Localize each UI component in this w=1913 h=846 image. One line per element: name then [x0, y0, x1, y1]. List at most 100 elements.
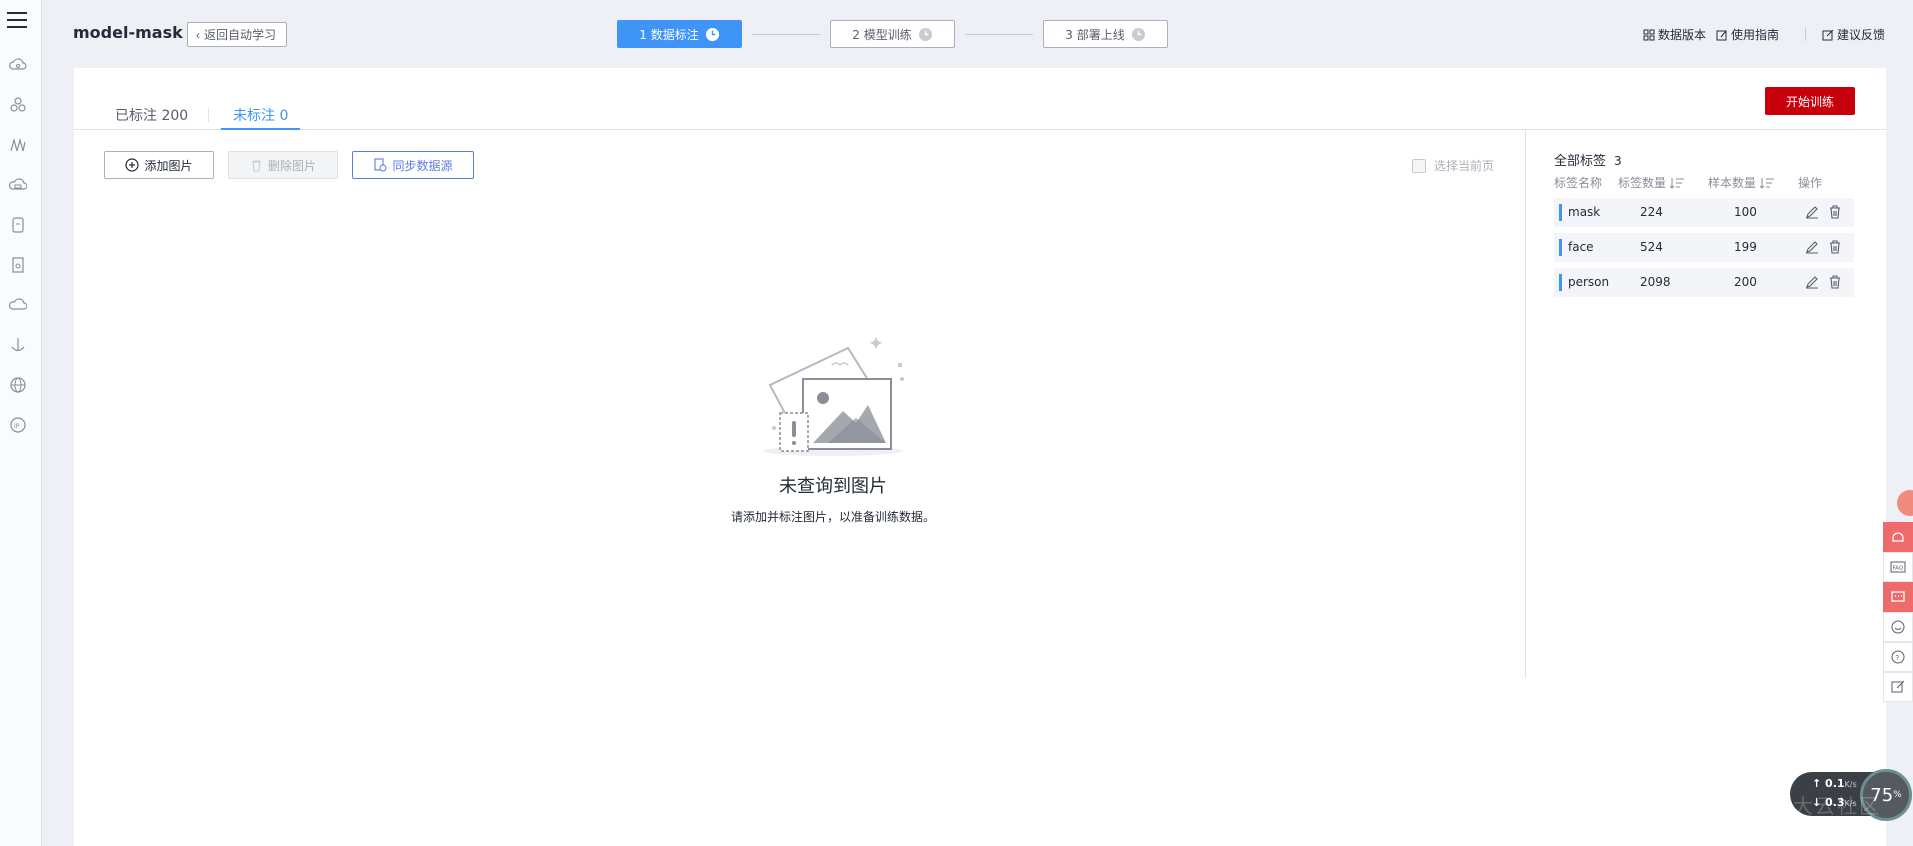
trash-icon[interactable]: [1827, 274, 1843, 290]
cloud-storage-icon[interactable]: [8, 176, 28, 194]
svg-text:?: ?: [1896, 654, 1900, 662]
edit-doc-icon: [1716, 30, 1727, 40]
upload-speed: ↑ 0.1K/s: [1812, 777, 1857, 790]
label-name: person: [1568, 275, 1610, 289]
start-training-button[interactable]: 开始训练: [1765, 87, 1855, 115]
sample-count: 199: [1734, 240, 1757, 254]
label-row[interactable]: face 524 199: [1554, 233, 1854, 262]
empty-state: 未查询到图片 请添加并标注图片，以准备训练数据。: [668, 323, 998, 525]
smile-icon[interactable]: [1883, 612, 1913, 642]
tab-unlabeled[interactable]: 未标注 0: [221, 105, 301, 130]
floating-toolbar: FAQ ?: [1883, 522, 1913, 702]
back-button-label: 返回自动学习: [204, 28, 277, 42]
add-image-label: 添加图片: [144, 158, 193, 173]
customer-service-icon[interactable]: [1883, 522, 1913, 552]
label-count: 524: [1640, 240, 1663, 254]
globe-icon[interactable]: [9, 376, 27, 394]
data-version-link[interactable]: 数据版本: [1643, 26, 1706, 43]
trash-icon[interactable]: [1827, 204, 1843, 220]
plus-circle-icon: [125, 158, 140, 172]
sync-source-button[interactable]: 同步数据源: [352, 151, 474, 179]
step-model-training[interactable]: 2 模型训练: [830, 20, 955, 48]
model-arts-icon[interactable]: [9, 136, 27, 154]
step-label: 2 模型训练: [852, 27, 912, 42]
edit-icon[interactable]: [1804, 204, 1820, 220]
left-nav-rail: IP: [0, 0, 42, 846]
sync-source-label: 同步数据源: [392, 158, 453, 173]
feedback-label: 建议反馈: [1836, 28, 1885, 42]
labels-header: 全部标签 3: [1554, 150, 1854, 169]
svg-text:IP: IP: [14, 423, 20, 430]
step-label: 1 数据标注: [639, 27, 699, 42]
edit-icon[interactable]: [1804, 239, 1820, 255]
anchor-icon[interactable]: [9, 336, 27, 354]
labels-panel: 全部标签 3 标签名称 标签数量 样本数量 操作 mask 224 100 fac…: [1554, 150, 1854, 297]
label-color-bar: [1559, 274, 1562, 291]
col-sample-count-text: 样本数量: [1708, 176, 1757, 190]
guide-link[interactable]: 使用指南: [1716, 26, 1779, 43]
menu-icon[interactable]: [7, 12, 27, 30]
col-sample-count[interactable]: 样本数量: [1708, 174, 1775, 191]
delete-image-button[interactable]: 删除图片: [228, 151, 338, 179]
file-icon[interactable]: [9, 256, 27, 274]
cloud-service-icon[interactable]: [9, 56, 27, 74]
label-color-bar: [1559, 204, 1562, 221]
label-count: 224: [1640, 205, 1663, 219]
guide-label: 使用指南: [1730, 28, 1779, 42]
col-label-count[interactable]: 标签数量: [1618, 174, 1685, 191]
trash-icon: [251, 159, 261, 172]
back-button[interactable]: ‹ 返回自动学习: [187, 22, 288, 47]
sort-icon[interactable]: [1760, 177, 1775, 189]
top-bar: model-mask ‹ 返回自动学习 1 数据标注 2 模型训练 3 部署上线…: [42, 0, 1885, 86]
faq-icon: FAQ: [1890, 561, 1906, 573]
sample-count: 100: [1734, 205, 1757, 219]
main-panel: 已标注 200 未标注 0 开始训练 添加图片 删除图片 同步数据源 选择当前页: [74, 68, 1886, 846]
clock-icon: [918, 27, 932, 41]
ip-icon[interactable]: IP: [9, 416, 27, 434]
clock-icon: [1131, 27, 1145, 41]
sync-doc-icon: [374, 158, 387, 172]
chat-icon[interactable]: [1883, 582, 1913, 612]
label-row[interactable]: mask 224 100: [1554, 198, 1854, 227]
label-tabs: 已标注 200 未标注 0 开始训练: [74, 68, 1886, 130]
select-page-checkbox[interactable]: [1412, 158, 1426, 173]
labels-count: 3: [1614, 154, 1622, 168]
cloud-icon[interactable]: [8, 296, 28, 314]
labels-columns: 标签名称 标签数量 样本数量 操作: [1554, 174, 1854, 192]
panel-divider: [1525, 130, 1526, 678]
step-deploy[interactable]: 3 部署上线: [1043, 20, 1168, 48]
feedback-link[interactable]: 建议反馈: [1822, 26, 1885, 43]
svg-text:FAQ: FAQ: [1893, 566, 1904, 572]
tab-labeled[interactable]: 已标注 200: [115, 105, 188, 130]
trash-icon[interactable]: [1827, 239, 1843, 255]
cluster-icon[interactable]: [9, 96, 27, 114]
sort-icon[interactable]: [1670, 177, 1685, 189]
grid-icon: [1643, 29, 1655, 40]
data-version-label: 数据版本: [1657, 28, 1706, 42]
select-current-page[interactable]: 选择当前页: [1412, 157, 1494, 174]
empty-state-subtitle: 请添加并标注图片，以准备训练数据。: [730, 510, 935, 524]
help-icon[interactable]: ?: [1883, 642, 1913, 672]
divider: [1804, 28, 1806, 41]
label-row[interactable]: person 2098 200: [1554, 268, 1854, 297]
faq-button[interactable]: FAQ: [1883, 552, 1913, 582]
chevron-left-icon: ‹: [196, 27, 200, 42]
labels-title: 全部标签: [1554, 154, 1607, 169]
edit-icon[interactable]: [1804, 274, 1820, 290]
col-label-name: 标签名称: [1554, 176, 1603, 190]
label-name: face: [1568, 240, 1594, 254]
feedback-icon: [1822, 29, 1834, 40]
label-count: 2098: [1640, 275, 1671, 289]
watermark: 大云社区: [1793, 794, 1881, 818]
clock-icon: [705, 27, 719, 41]
step-connector: [965, 34, 1033, 35]
assistant-avatar-icon[interactable]: [1897, 490, 1913, 516]
select-page-label: 选择当前页: [1434, 159, 1495, 173]
tab-divider: [208, 108, 209, 122]
edit-note-icon[interactable]: [1883, 672, 1913, 702]
add-image-button[interactable]: 添加图片: [104, 151, 214, 179]
step-data-labeling[interactable]: 1 数据标注: [617, 20, 742, 48]
sample-count: 200: [1734, 275, 1757, 289]
delete-image-label: 删除图片: [267, 158, 316, 173]
document-icon[interactable]: [9, 216, 27, 234]
